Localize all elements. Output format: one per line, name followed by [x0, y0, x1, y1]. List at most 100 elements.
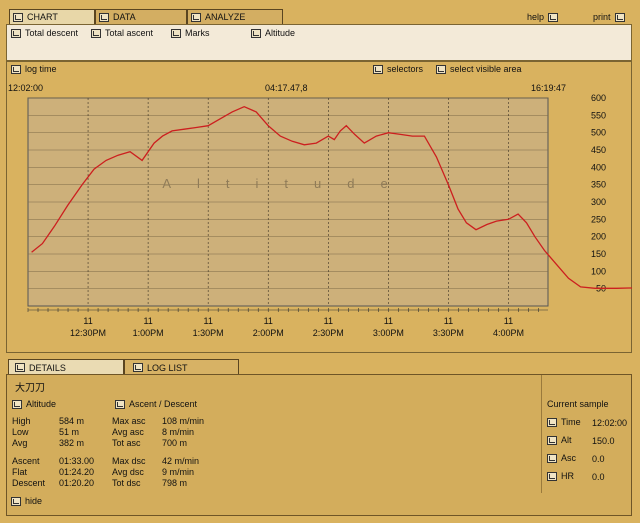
- descent-label: Descent: [12, 478, 46, 488]
- x-tick-time: 3:30PM: [433, 328, 464, 338]
- chart-panel: log time selectors select visible area 1…: [6, 61, 632, 353]
- x-tick-time: 3:00PM: [373, 328, 404, 338]
- tab-chart[interactable]: CHART: [9, 9, 95, 24]
- y-tick-label: 350: [591, 180, 606, 190]
- hr-row: HR: [547, 471, 574, 481]
- total-ascent-toggle[interactable]: Total ascent: [91, 28, 153, 38]
- x-tick-day: 11: [264, 316, 273, 326]
- panel-divider: [541, 375, 542, 493]
- totdsc-label: Tot dsc: [112, 478, 141, 488]
- help-icon: [548, 12, 559, 22]
- altitude-section-title: Altitude: [12, 399, 56, 409]
- y-tick-label: 300: [591, 197, 606, 207]
- altitude-toggle[interactable]: Altitude: [251, 28, 295, 38]
- hr-value: 0.0: [592, 472, 605, 482]
- print-label: print: [593, 12, 611, 22]
- x-tick-day: 11: [324, 316, 333, 326]
- avg-value: 382 m: [59, 438, 85, 448]
- high-value: 584 m: [59, 416, 85, 426]
- x-tick-day: 11: [204, 316, 213, 326]
- analyze-icon: [191, 12, 201, 22]
- ascent-section-icon: [115, 399, 125, 409]
- details-panel: 大刀刀 Altitude Ascent / Descent High 584 m…: [6, 374, 632, 516]
- track-name: 大刀刀: [15, 383, 45, 394]
- x-tick-time: 1:00PM: [133, 328, 164, 338]
- total-ascent-label: Total ascent: [105, 28, 154, 38]
- log-list-icon: [133, 363, 143, 372]
- marks-icon: [171, 28, 181, 38]
- y-tick-label: 550: [591, 110, 606, 120]
- low-label: Low: [12, 427, 29, 437]
- tab-chart-label: CHART: [27, 12, 58, 22]
- maxasc-label: Max asc: [112, 416, 146, 426]
- y-tick-label: 250: [591, 214, 606, 224]
- x-tick-day: 11: [83, 316, 92, 326]
- avgdsc-value: 9 m/min: [162, 467, 195, 477]
- total-ascent-icon: [91, 28, 101, 38]
- ascent-value: 01:33.00: [59, 456, 95, 466]
- x-tick-day: 11: [384, 316, 393, 326]
- asc-row: Asc: [547, 453, 576, 463]
- y-tick-label: 150: [591, 249, 606, 259]
- tab-data-label: DATA: [113, 12, 136, 22]
- total-descent-toggle[interactable]: Total descent: [11, 28, 78, 38]
- maxdsc-label: Max dsc: [112, 456, 146, 466]
- help-button[interactable]: help: [527, 12, 562, 22]
- time-icon: [547, 417, 557, 427]
- descent-value: 01:20.20: [59, 478, 95, 488]
- total-descent-icon: [11, 28, 21, 38]
- x-tick-day: 11: [143, 316, 152, 326]
- avg-label: Avg: [12, 438, 28, 448]
- avgdsc-label: Avg dsc: [112, 467, 144, 477]
- details-icon: [15, 363, 25, 372]
- flat-label: Flat: [12, 467, 28, 477]
- print-icon: [614, 12, 625, 22]
- altitude-section-label: Altitude: [26, 399, 57, 409]
- print-button[interactable]: print: [593, 12, 629, 22]
- avgasc-value: 8 m/min: [162, 427, 195, 437]
- ascent-label: Ascent: [12, 456, 40, 466]
- total-descent-label: Total descent: [25, 28, 79, 38]
- altitude-icon: [251, 28, 261, 38]
- y-tick-label: 600: [591, 93, 606, 103]
- tab-analyze[interactable]: ANALYZE: [187, 9, 283, 24]
- tab-data[interactable]: DATA: [95, 9, 187, 24]
- tab-details[interactable]: DETAILS: [8, 359, 124, 375]
- maxasc-value: 108 m/min: [162, 416, 205, 426]
- time-row: Time: [547, 417, 581, 427]
- tab-analyze-label: ANALYZE: [205, 12, 246, 22]
- marks-label: Marks: [185, 28, 210, 38]
- x-tick-day: 11: [504, 316, 513, 326]
- y-tick-label: 100: [591, 266, 606, 276]
- asc-icon: [547, 453, 557, 463]
- alt-label: Alt: [561, 435, 572, 445]
- chart-toolbar: Total descent Total ascent Marks Altitud…: [6, 24, 632, 61]
- chart-icon: [13, 12, 23, 22]
- hide-icon: [11, 496, 21, 506]
- y-tick-label: 500: [591, 128, 606, 138]
- ascent-section-title: Ascent / Descent: [115, 399, 197, 409]
- hr-icon: [547, 471, 557, 481]
- y-tick-label: 200: [591, 232, 606, 242]
- x-tick-time: 1:30PM: [193, 328, 224, 338]
- maxdsc-value: 42 m/min: [162, 456, 200, 466]
- hide-label: hide: [25, 496, 43, 506]
- altitude-chart[interactable]: 501001502002503003504004505005506001112:…: [6, 61, 632, 353]
- chart-watermark: Altitude: [162, 176, 413, 191]
- alt-icon: [547, 435, 557, 445]
- high-label: High: [12, 416, 31, 426]
- x-tick-time: 4:00PM: [493, 328, 524, 338]
- hr-label: HR: [561, 471, 574, 481]
- totdsc-value: 798 m: [162, 478, 188, 488]
- tab-log-list[interactable]: LOG LIST: [124, 359, 239, 375]
- asc-label: Asc: [561, 453, 577, 463]
- tab-details-label: DETAILS: [29, 362, 66, 373]
- x-tick-time: 2:30PM: [313, 328, 344, 338]
- marks-toggle[interactable]: Marks: [171, 28, 210, 38]
- time-label: Time: [561, 417, 581, 427]
- time-value: 12:02:00: [592, 418, 628, 428]
- totasc-value: 700 m: [162, 438, 188, 448]
- help-label: help: [527, 12, 545, 22]
- hide-button[interactable]: hide: [11, 496, 42, 506]
- x-tick-time: 2:00PM: [253, 328, 284, 338]
